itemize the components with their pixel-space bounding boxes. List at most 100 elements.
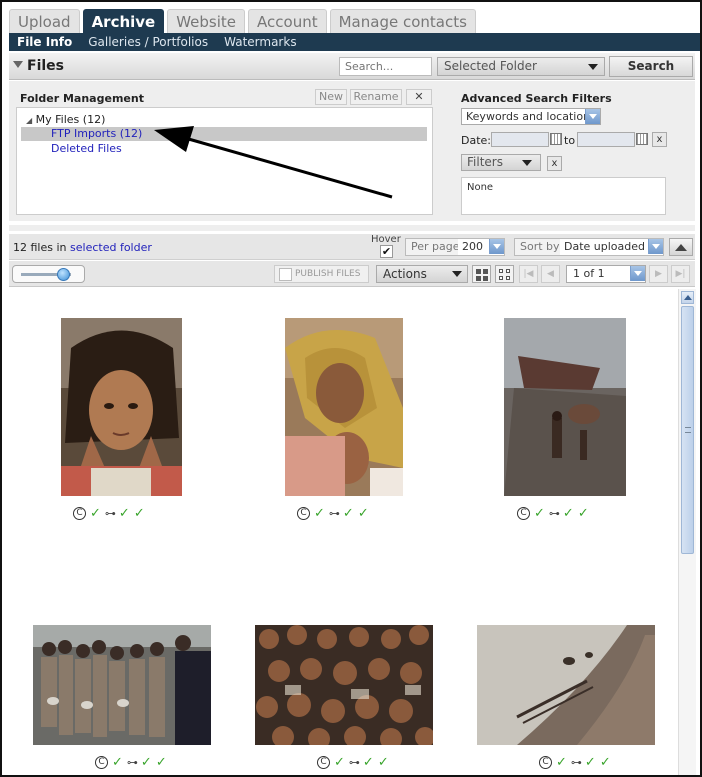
date-to-label: to — [564, 134, 576, 147]
selected-folder-link[interactable]: selected folder — [70, 241, 152, 254]
copyright-icon[interactable]: C — [539, 755, 552, 769]
tree-item-ftp-imports[interactable]: FTP Imports (12) — [21, 127, 427, 141]
large-grid-view-button[interactable] — [472, 265, 491, 283]
key-icon[interactable]: ⊶ — [549, 507, 560, 520]
calendar-icon[interactable] — [636, 133, 648, 145]
check-icon: ✓ — [599, 754, 611, 770]
keyword-select-value: Keywords and location — [466, 110, 591, 123]
dropdown-arrow-icon — [630, 266, 645, 281]
folder-search-panel: Folder Management New Rename ✕ ◢ My File… — [9, 81, 695, 221]
slider-handle[interactable] — [57, 268, 70, 281]
grid-cell — [476, 276, 481, 281]
actions-dropdown[interactable]: Actions — [376, 265, 468, 283]
tab-website[interactable]: Website — [167, 9, 246, 34]
chevron-down-icon — [452, 271, 462, 277]
copyright-icon[interactable]: C — [297, 506, 310, 520]
photo-image — [285, 318, 403, 496]
date-to-input[interactable] — [577, 132, 635, 147]
copyright-icon[interactable]: C — [317, 755, 330, 769]
advanced-search-title: Advanced Search Filters — [461, 92, 612, 105]
publish-files-button[interactable]: PUBLISH FILES — [274, 265, 369, 283]
date-from-input[interactable] — [491, 132, 549, 147]
filters-dropdown[interactable]: Filters — [461, 154, 541, 171]
last-page-button[interactable]: ▶| — [671, 265, 690, 283]
per-page-select[interactable]: Per page 200 — [405, 238, 505, 256]
tree-item-deleted-files[interactable]: Deleted Files — [51, 142, 122, 156]
folder-management-title: Folder Management — [20, 92, 144, 105]
prev-page-button[interactable]: ◀ — [541, 265, 560, 283]
copyright-icon[interactable]: C — [517, 506, 530, 520]
dropdown-arrow-icon — [648, 239, 663, 254]
clear-filters-button[interactable]: x — [547, 156, 562, 171]
copyright-icon[interactable]: C — [73, 506, 86, 520]
page-value: 1 of 1 — [573, 267, 605, 280]
first-page-button[interactable]: |◀ — [519, 265, 538, 283]
photo-thumbnail-crowd-queue[interactable] — [33, 625, 211, 745]
gallery-scrollbar[interactable] — [678, 289, 696, 775]
page-select[interactable]: 1 of 1 — [566, 265, 646, 283]
check-icon: ✓ — [357, 505, 369, 521]
photo-thumbnail-boat-beach[interactable] — [504, 318, 626, 496]
subnav-watermarks[interactable]: Watermarks — [224, 35, 296, 49]
per-page-number: 200 — [462, 240, 483, 253]
folder-scope-select[interactable]: Selected Folder — [437, 57, 605, 76]
check-icon: ✓ — [377, 754, 389, 770]
tab-account[interactable]: Account — [248, 9, 327, 34]
key-icon[interactable]: ⊶ — [127, 756, 138, 769]
collapse-up-button[interactable] — [669, 238, 693, 256]
hover-checkbox[interactable]: ✔ — [380, 245, 393, 258]
expand-triangle-icon: ◢ — [26, 116, 33, 125]
tab-upload[interactable]: Upload — [9, 9, 80, 34]
key-icon[interactable]: ⊶ — [105, 507, 116, 520]
keyword-location-select[interactable]: Keywords and location — [461, 108, 601, 125]
scroll-up-arrow-icon[interactable] — [681, 291, 694, 304]
photo-image — [61, 318, 182, 496]
active-filters-box: None — [461, 177, 666, 215]
search-input[interactable] — [339, 57, 432, 76]
tree-root[interactable]: ◢ My Files (12) — [26, 113, 105, 127]
folder-scope-value: Selected Folder — [444, 59, 537, 73]
sort-value-text: Date uploaded — [564, 240, 646, 253]
thumbnail-status-icons: C ✓ ⊶ ✓ ✓ — [317, 755, 389, 769]
filters-label: Filters — [467, 155, 503, 169]
key-icon[interactable]: ⊶ — [349, 756, 360, 769]
check-icon: ✓ — [562, 505, 574, 521]
delete-folder-button[interactable]: ✕ — [406, 89, 432, 105]
files-header: Files Selected Folder Search — [9, 53, 695, 80]
thumbnail-size-slider[interactable] — [12, 265, 85, 283]
check-icon: ✓ — [314, 505, 325, 521]
files-panel-toggle[interactable]: Files — [13, 58, 64, 74]
scrollbar-thumb[interactable] — [681, 306, 694, 554]
check-icon: ✓ — [534, 505, 545, 521]
sort-value: Date uploaded — [560, 239, 663, 255]
next-page-button[interactable]: ▶ — [649, 265, 668, 283]
new-folder-button[interactable]: New — [315, 89, 347, 105]
check-icon: ✓ — [118, 505, 130, 521]
files-title: Files — [27, 58, 64, 74]
search-button[interactable]: Search — [609, 56, 693, 77]
rename-folder-button[interactable]: Rename — [350, 89, 402, 105]
thumbnail-status-icons: C ✓ ⊶ ✓ ✓ — [517, 506, 589, 520]
tab-archive[interactable]: Archive — [82, 9, 165, 34]
per-page-label: Per page — [411, 240, 460, 253]
copyright-icon[interactable]: C — [95, 755, 108, 769]
sort-select[interactable]: Sort by Date uploaded — [514, 238, 664, 256]
calendar-icon[interactable] — [550, 133, 562, 145]
photo-thumbnail-girl-portrait[interactable] — [61, 318, 182, 496]
photo-thumbnail-river-shore[interactable] — [477, 625, 655, 745]
subnav-galleries[interactable]: Galleries / Portfolios — [88, 35, 208, 49]
photo-thumbnail-woman-child[interactable] — [285, 318, 403, 496]
key-icon[interactable]: ⊶ — [571, 756, 582, 769]
photo-image — [477, 625, 655, 745]
key-icon[interactable]: ⊶ — [329, 507, 340, 520]
check-icon: ✓ — [140, 754, 152, 770]
check-icon: ✓ — [334, 754, 345, 770]
grid-cell — [506, 276, 510, 280]
subnav-file-info[interactable]: File Info — [17, 35, 72, 49]
clear-date-button[interactable]: x — [652, 132, 667, 147]
check-icon: ✓ — [133, 505, 145, 521]
photo-thumbnail-crowd-cheering[interactable] — [255, 625, 433, 745]
small-grid-view-button[interactable] — [495, 265, 514, 283]
tab-manage-contacts[interactable]: Manage contacts — [329, 9, 476, 34]
dropdown-arrow-icon — [585, 109, 600, 124]
